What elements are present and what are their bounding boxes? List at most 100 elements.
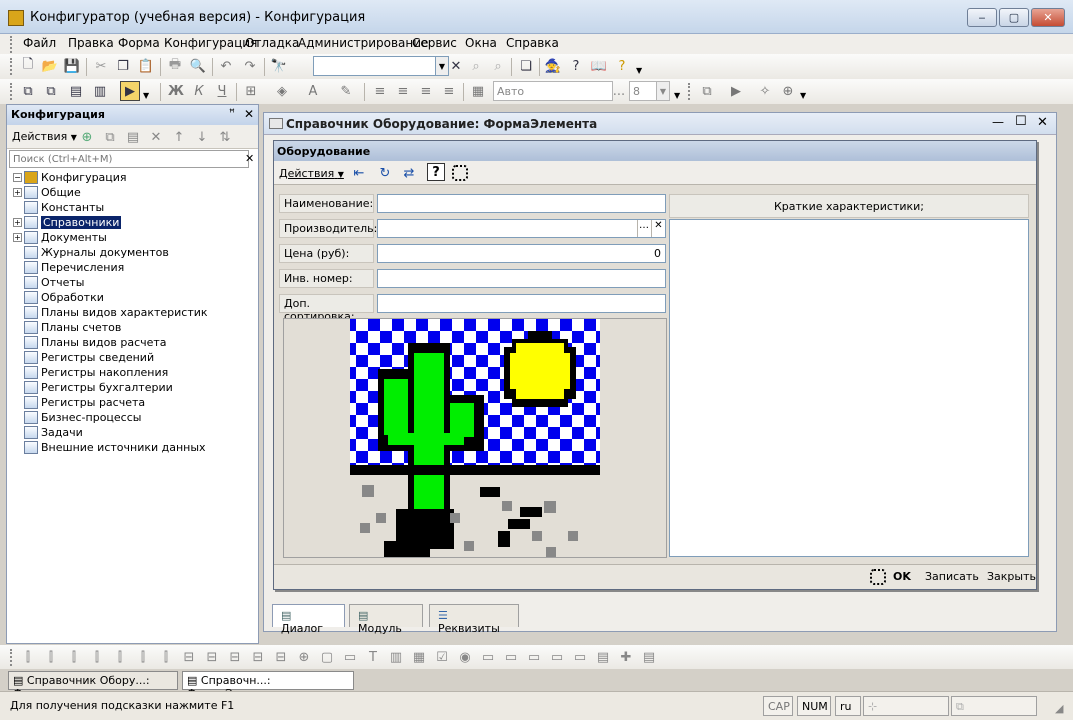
tree-item[interactable]: Планы видов расчета (13, 335, 253, 350)
move-down-icon[interactable]: ↓ (192, 127, 212, 147)
insert-icon[interactable]: ⊕ (778, 81, 798, 101)
align-right-icon[interactable]: ≡ (416, 81, 436, 101)
find-next-icon[interactable]: ⌕ (466, 56, 486, 76)
editor-close-button[interactable]: ✕ (1037, 115, 1048, 130)
align-tool-icon[interactable]: ▭ (524, 647, 544, 667)
tree-icon[interactable]: ⧉ (41, 81, 61, 101)
line-color-icon[interactable]: ✎ (336, 81, 356, 101)
search-combo-input[interactable] (313, 56, 436, 76)
panel-close-icon[interactable]: ✕ (244, 107, 254, 121)
toolbar-more-icon[interactable]: ▼ (636, 66, 642, 75)
tree-item[interactable]: Задачи (13, 425, 253, 440)
back-icon[interactable]: ⇤ (349, 163, 369, 183)
tree-item[interactable]: Перечисления (13, 260, 253, 275)
tree-item[interactable]: Константы (13, 200, 253, 215)
tab-attributes[interactable]: ☰ Реквизиты (429, 604, 519, 635)
form-help-icon[interactable]: ? (427, 163, 445, 181)
form-actions-menu[interactable]: Действия ▼ (279, 167, 344, 180)
menu-service[interactable]: Сервис (409, 36, 460, 50)
sort-icon[interactable]: ⇅ (215, 127, 235, 147)
group-icon[interactable]: ⧉ (697, 81, 717, 101)
align-tool-icon[interactable]: ▤ (593, 647, 613, 667)
italic-icon[interactable]: К (189, 81, 209, 101)
copy-icon[interactable]: ❐ (113, 56, 133, 76)
tab-module[interactable]: ▤ Модуль (349, 604, 423, 635)
underline-icon[interactable]: Ч (212, 81, 232, 101)
language-indicator[interactable]: ru (835, 696, 861, 716)
align-tool-icon[interactable]: ▥ (386, 647, 406, 667)
align-center-icon[interactable]: ≡ (393, 81, 413, 101)
borders-icon[interactable]: ⊞ (241, 81, 261, 101)
ok-button[interactable]: OK (888, 569, 916, 587)
tree-item[interactable]: Планы видов характеристик (13, 305, 253, 320)
toolbar-grip[interactable] (688, 83, 691, 100)
redo-icon[interactable]: ↷ (240, 56, 260, 76)
font-name-input[interactable] (493, 81, 613, 101)
align-tool-icon[interactable]: ⫿ (64, 647, 84, 667)
help-icon[interactable]: ? (612, 56, 632, 76)
align-tool-icon[interactable]: ⫿ (133, 647, 153, 667)
menu-edit[interactable]: Правка (65, 36, 117, 50)
tree-item[interactable]: Регистры сведений (13, 350, 253, 365)
align-tool-icon[interactable]: ⫿ (87, 647, 107, 667)
align-justify-icon[interactable]: ≡ (439, 81, 459, 101)
search-dropdown-icon[interactable]: ▼ (435, 56, 449, 76)
tree-item[interactable]: Журналы документов (13, 245, 253, 260)
tree-item[interactable]: Регистры бухгалтерии (13, 380, 253, 395)
refresh-icon[interactable]: ↻ (375, 163, 395, 183)
align-left-icon[interactable]: ≡ (370, 81, 390, 101)
tree-item[interactable]: Бизнес-процессы (13, 410, 253, 425)
clear-search-icon[interactable]: ✕ (449, 56, 463, 76)
font-size-input[interactable] (629, 81, 657, 101)
tree-item[interactable]: + Справочники (13, 215, 253, 230)
move-up-icon[interactable]: ↑ (169, 127, 189, 147)
navigate-icon[interactable]: ⇄ (399, 163, 419, 183)
add-icon[interactable]: ⊕ (77, 127, 97, 147)
align-tool-icon[interactable]: T (363, 647, 383, 667)
editor-maximize-button[interactable]: ☐ (1015, 114, 1027, 129)
properties-icon[interactable]: ▤ (123, 127, 143, 147)
tree-item[interactable]: Обработки (13, 290, 253, 305)
tree-item[interactable]: + Общие (13, 185, 253, 200)
wizard-icon[interactable]: 🧙 (543, 56, 563, 76)
align-tool-icon[interactable]: ⊟ (179, 647, 199, 667)
module-icon[interactable]: ▥ (90, 81, 110, 101)
menu-debug[interactable]: Отладка (242, 36, 302, 50)
tree-item[interactable]: Регистры расчета (13, 395, 253, 410)
align-tool-icon[interactable]: ▭ (570, 647, 590, 667)
align-tool-icon[interactable]: ⊟ (248, 647, 268, 667)
bold-icon[interactable]: Ж (166, 81, 186, 101)
align-tool-icon[interactable]: ⫿ (18, 647, 38, 667)
print-icon[interactable]: 🖶 (165, 56, 185, 76)
align-tool-icon[interactable]: ▭ (478, 647, 498, 667)
toolbar-more-icon[interactable]: ▼ (800, 91, 806, 100)
font-color-icon[interactable]: A (303, 81, 323, 101)
search-help-icon[interactable]: ? (566, 56, 586, 76)
run-icon[interactable]: ▶ (120, 81, 140, 101)
align-tool-icon[interactable]: ▢ (317, 647, 337, 667)
align-tool-icon[interactable]: ⫿ (41, 647, 61, 667)
maximize-button[interactable]: ▢ (999, 8, 1029, 27)
align-tool-icon[interactable]: ▤ (639, 647, 659, 667)
align-tool-icon[interactable]: ☑ (432, 647, 452, 667)
tab-order-icon[interactable]: ▶ (726, 81, 746, 101)
menu-windows[interactable]: Окна (462, 36, 500, 50)
clear-field-icon[interactable]: ✕ (651, 220, 665, 237)
font-ellipsis-button[interactable]: ... (612, 81, 626, 101)
task-list-form[interactable]: ▤ Справочник Обору...: Форма (8, 671, 178, 700)
metadata-search-input[interactable] (9, 150, 249, 168)
align-tool-icon[interactable]: ⊟ (225, 647, 245, 667)
align-tool-icon[interactable]: ▭ (547, 647, 567, 667)
tab-dialog[interactable]: ▤ Диалог (272, 604, 345, 635)
clear-search-icon[interactable]: ✕ (245, 152, 254, 165)
name-field[interactable] (377, 194, 666, 213)
align-tool-icon[interactable]: ⊟ (202, 647, 222, 667)
align-tool-icon[interactable]: ⫿ (110, 647, 130, 667)
menu-grip[interactable] (10, 36, 13, 53)
close-form-button[interactable]: Закрыть (982, 569, 1041, 587)
align-tool-icon[interactable]: ⊟ (271, 647, 291, 667)
menu-help[interactable]: Справка (503, 36, 562, 50)
resize-grip-icon[interactable]: ◢ (1055, 702, 1063, 715)
syntax-helper-icon[interactable]: 📖 (589, 56, 609, 76)
toolbar-grip[interactable] (10, 58, 13, 75)
